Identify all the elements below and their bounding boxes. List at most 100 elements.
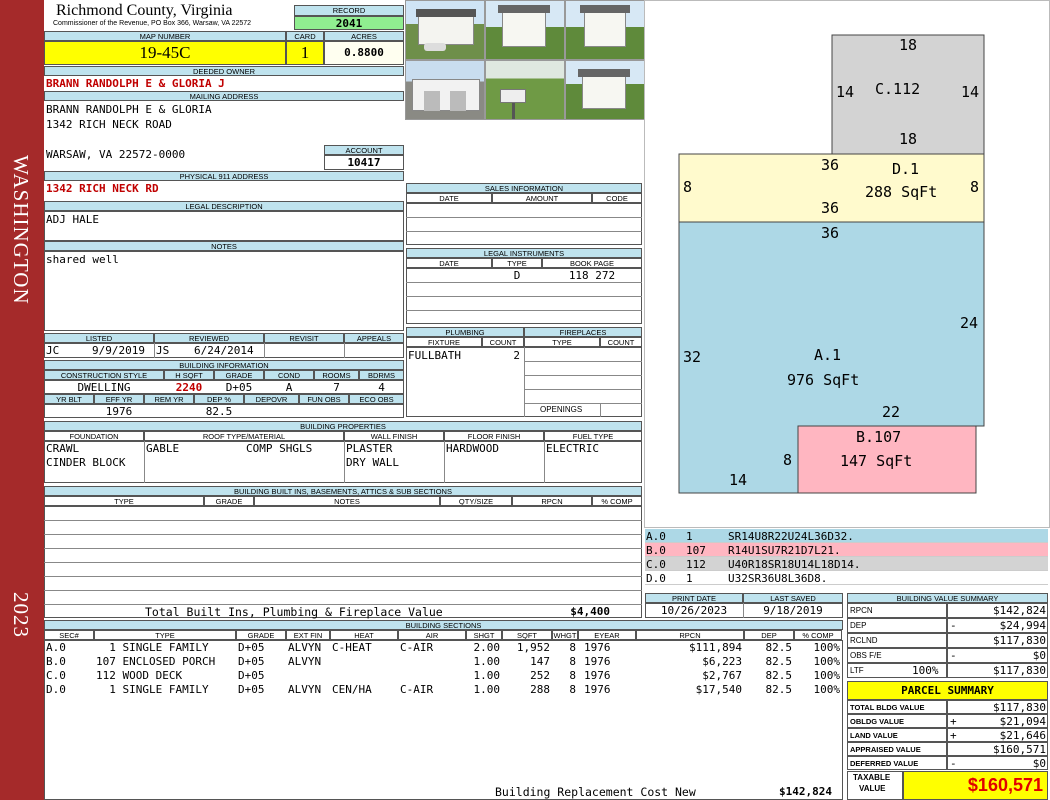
physical-address: 1342 RICH NECK RD [46, 182, 159, 195]
parcel-summary-label: PARCEL SUMMARY [847, 681, 1048, 700]
legend-num: 1 [686, 530, 693, 543]
legend-num: 112 [686, 558, 706, 571]
sketch-sqft-b: 147 SqFt [840, 452, 913, 470]
section-cell-dep: 82.5 [765, 641, 793, 654]
property-photo[interactable] [405, 0, 485, 60]
deeded-owner-label: DEEDED OWNER [44, 66, 404, 76]
fireplace-header: COUNT [600, 337, 642, 347]
sketch-code-d: D.1 [892, 160, 920, 178]
summary-label: RPCN [850, 606, 873, 615]
parcel-value: $117,830 [993, 701, 1046, 714]
section-cell-comp: 100% [813, 641, 841, 654]
parcel-label: APPRAISED VALUE [850, 745, 921, 754]
section-cell-ext: ALVYN [288, 641, 322, 654]
summary-sign: - [950, 649, 957, 662]
section-cell-whgt: 8 [569, 655, 576, 668]
listed-label: LISTED [44, 333, 154, 343]
mailing-line-2: 1342 RICH NECK ROAD [46, 118, 172, 131]
sketch-sqft-d: 288 SqFt [865, 183, 938, 201]
listed-date: 9/9/2019 [92, 344, 145, 357]
parcel-sign: + [950, 715, 957, 728]
sketch-dim: 22 [882, 403, 901, 421]
effective-year: 1976 [105, 405, 133, 418]
section-col-header: WHGT [552, 630, 578, 640]
property-photo[interactable] [485, 0, 565, 60]
bi-header: EFF YR [94, 394, 144, 404]
section-cell-type: 107 ENCLOSED PORCH [96, 655, 216, 668]
property-photo[interactable] [565, 60, 645, 120]
heated-sqft: 2240 [175, 381, 203, 394]
legend-num: 1 [686, 572, 693, 585]
plumbing-header: COUNT [482, 337, 524, 347]
section-col-header: DEP [744, 630, 794, 640]
plumbing-header: FIXTURE [406, 337, 482, 347]
summary-label: OBS F/E [850, 651, 882, 660]
builtins-header: RPCN [512, 496, 592, 506]
property-photo[interactable] [485, 60, 565, 120]
parcel-value: $0 [1032, 757, 1046, 770]
section-col-header: GRADE [236, 630, 286, 640]
sketch-dim: 24 [960, 314, 979, 332]
map-number-label: MAP NUMBER [44, 31, 286, 41]
builtins-header: NOTES [254, 496, 440, 506]
summary-value: $117,830 [993, 634, 1046, 647]
section-cell-air: C-AIR [400, 641, 434, 654]
section-cell-ext: ALVYN [288, 683, 322, 696]
section-cell-sqft: 147 [530, 655, 550, 668]
li-header: TYPE [492, 258, 542, 268]
summary-label: DEP [850, 621, 867, 630]
sketch-dim: 18 [899, 130, 918, 148]
acres-value: 0.8800 [324, 41, 404, 65]
property-photo[interactable] [565, 0, 645, 60]
section-col-header: SQFT [502, 630, 552, 640]
section-cell-sqft: 1,952 [516, 641, 550, 654]
mailing-line-3: WARSAW, VA 22572-0000 [46, 148, 186, 161]
building-sections-label: BUILDING SECTIONS [44, 620, 843, 630]
rooms-value: 7 [333, 381, 340, 394]
fireplace-header: TYPE [524, 337, 600, 347]
property-photo[interactable] [405, 60, 485, 120]
section-cell-whgt: 8 [569, 669, 576, 682]
sketch-dim: 18 [899, 36, 918, 54]
section-cell-eyear: 1976 [584, 683, 611, 696]
section-cell-air: C-AIR [400, 683, 434, 696]
card-label: CARD [286, 31, 324, 41]
section-cell-sec: C.0 [46, 669, 66, 682]
summary-pct: 100% [912, 664, 939, 677]
print-date-label: PRINT DATE [645, 593, 743, 603]
section-cell-sec: B.0 [46, 655, 66, 668]
summary-value: $142,824 [993, 604, 1046, 617]
parcel-sign: + [950, 729, 957, 742]
mailing-line-1: BRANN RANDOLPH E & GLORIA [46, 103, 212, 116]
section-cell-heat: CEN/HA [332, 683, 372, 696]
section-cell-sqft: 252 [530, 669, 550, 682]
builtins-header: GRADE [204, 496, 254, 506]
section-cell-whgt: 8 [569, 641, 576, 654]
notes-label: NOTES [44, 241, 404, 251]
section-col-header: AIR [398, 630, 466, 640]
section-col-header: EXT FIN [286, 630, 330, 640]
section-cell-dep: 82.5 [765, 669, 793, 682]
legend-num: 107 [686, 544, 706, 557]
legend-sec: A.0 [646, 530, 666, 543]
section-cell-rpcn: $17,540 [695, 683, 742, 696]
commissioner-line: Commissioner of the Revenue, PO Box 366,… [53, 20, 252, 27]
record-value: 2041 [294, 16, 404, 30]
sales-header: DATE [406, 193, 492, 203]
prop-header: WALL FINISH [344, 431, 444, 441]
fireplaces-label: FIREPLACES [524, 327, 642, 337]
replacement-cost-value: $142,824 [779, 785, 832, 798]
parcel-label: OBLDG VALUE [850, 717, 905, 726]
section-cell-eyear: 1976 [584, 655, 611, 668]
sketch-dim: 36 [821, 156, 840, 174]
section-cell-whgt: 8 [569, 683, 576, 696]
sketch-dim: 14 [961, 83, 980, 101]
sketch-sqft-a: 976 SqFt [787, 371, 860, 389]
sketch-code-c: C.112 [875, 80, 921, 98]
taxable-value: $160,571 [903, 771, 1048, 800]
last-saved-label: LAST SAVED [743, 593, 843, 603]
sketch-dim: 36 [821, 199, 840, 217]
depreciation-pct: 82.5 [205, 405, 233, 418]
section-cell-shgt: 2.00 [473, 641, 501, 654]
section-cell-shgt: 1.00 [473, 683, 501, 696]
